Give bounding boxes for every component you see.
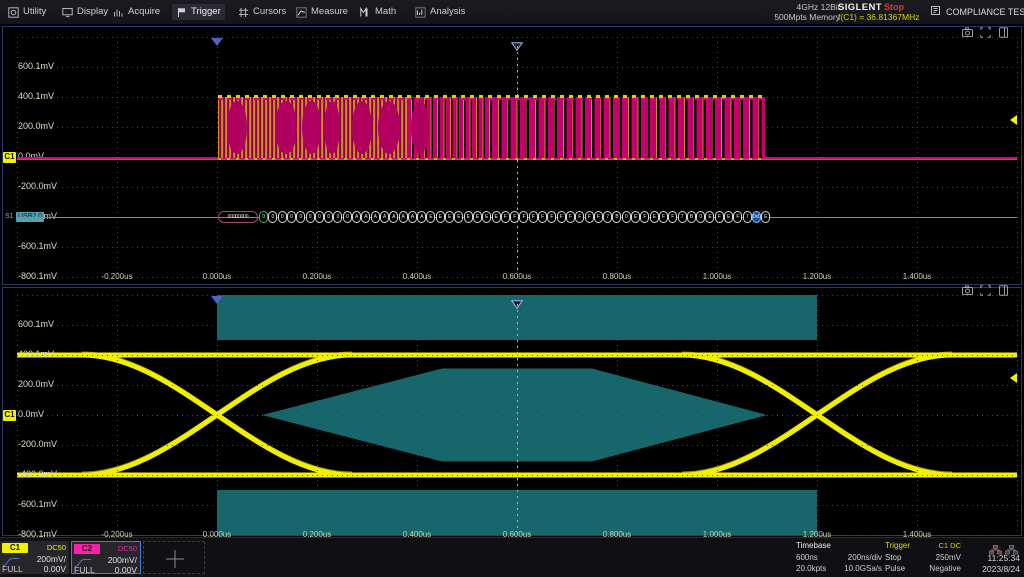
channel-row-bottom: FULL 0.00V [2, 564, 66, 574]
lan-icon[interactable] [989, 542, 1002, 552]
channel-name-badge: C2 [74, 544, 100, 554]
timebase-header: Timebase [796, 541, 831, 551]
status-bar: C1DC50200mV/FULL0.00VC2DC50200mV/FULL0.0… [0, 537, 1024, 577]
voltage-axis-label: 400.1mV [18, 349, 54, 359]
channel-bandwidth: FULL [74, 565, 95, 575]
voltage-axis-label: -600.1mV [18, 499, 57, 509]
trigger-type: Pulse [885, 564, 905, 574]
voltage-axis-label: 0.0mV [18, 409, 44, 419]
grid-line-vertical [1017, 295, 1018, 535]
timebase-scale: 200ns/div [848, 553, 882, 563]
timebase-samplerate: 10.0GSa/s [844, 564, 882, 574]
eye-diagram-graphics [0, 0, 1024, 576]
oscilloscope-screen: UtilityDisplayAcquireTriggerCursorsMeasu… [0, 0, 1024, 576]
channel-scale: 200mV/ [37, 554, 66, 564]
trigger-state: Stop [885, 553, 901, 563]
channel-coupling: DC50 [47, 543, 66, 553]
channel-row-top: C2 DC50 [74, 544, 137, 554]
channel-offset: 0.00V [115, 565, 137, 575]
clock-group: 11:25:34 2023/8/24 [962, 541, 1022, 574]
timebase-group[interactable]: Timebase 600ns 200ns/div 20.0kpts 10.0GS… [796, 541, 882, 574]
trigger-header: Trigger [885, 541, 910, 551]
trigger-level-marker[interactable] [1010, 373, 1017, 383]
trigger-position-marker[interactable] [211, 296, 223, 304]
lan-icon[interactable] [1005, 542, 1018, 552]
channel-box-c1[interactable]: C1 DC50200mV/FULL 0.00V [0, 541, 69, 574]
expand-icon[interactable] [980, 285, 991, 296]
channel-box-c2[interactable]: C2 DC50200mV/FULL 0.00V [71, 541, 141, 574]
voltage-axis-label: 200.0mV [18, 379, 54, 389]
channel-row-bottom: FULL 0.00V [74, 565, 137, 575]
clock-time: 11:25:34 [988, 553, 1020, 563]
channel-row-middle: 200mV/ [74, 555, 137, 565]
channel-1-offset-badge[interactable]: C1 [3, 410, 16, 421]
camera-icon[interactable] [962, 285, 973, 296]
channel-row-middle: 200mV/ [2, 554, 66, 564]
window-icon[interactable] [998, 285, 1009, 296]
voltage-axis-label: -200.0mV [18, 439, 57, 449]
channel-row-top: C1 DC50 [2, 543, 66, 553]
voltage-axis-label: 600.1mV [18, 319, 54, 329]
panel-tools [962, 285, 1009, 296]
add-channel-button[interactable] [143, 541, 205, 574]
channel-offset: 0.00V [44, 564, 66, 574]
trigger-slope: Negative [929, 564, 961, 574]
trigger-level: 250mV [936, 553, 961, 563]
channel-scale: 200mV/ [108, 555, 137, 565]
timebase-delay: 600ns [796, 553, 818, 563]
eye-diagram-plot-layer: 600.1mV 400.1mV 200.0mV 0.0mV -200.0mV -400.0… [0, 0, 1024, 576]
channel-name-badge: C1 [2, 543, 28, 553]
voltage-axis-label: -400.0mV [18, 469, 57, 479]
trigger-source: C1 DC [938, 541, 961, 551]
clock-date: 2023/8/24 [982, 564, 1020, 574]
trigger-group[interactable]: Trigger C1 DC Stop 250mV Pulse Negative [885, 541, 961, 574]
channel-bandwidth: FULL [2, 564, 23, 574]
timebase-points: 20.0kpts [796, 564, 826, 574]
delay-reference-line [517, 304, 518, 535]
channel-coupling: DC50 [118, 544, 137, 554]
